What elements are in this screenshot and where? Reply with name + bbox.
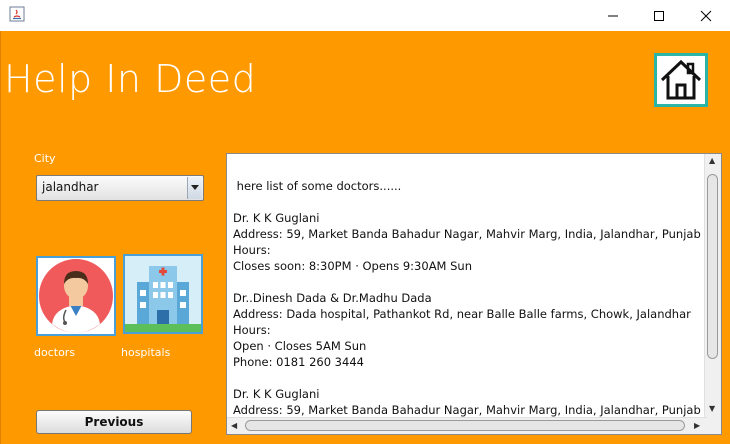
result-line: Closes soon: 8:30PM · Opens 9:30AM Sun (233, 259, 473, 273)
vertical-scroll-thumb[interactable] (707, 174, 718, 359)
result-line: Address: Dada hospital, Pathankot Rd, ne… (233, 307, 691, 321)
minimize-icon (608, 15, 618, 16)
hospitals-button[interactable] (123, 254, 203, 334)
result-line: Open · Closes 5AM Sun (233, 339, 367, 353)
result-line (233, 194, 707, 210)
vertical-scrollbar[interactable]: ▲ ▼ (704, 154, 721, 418)
home-button[interactable] (654, 53, 708, 107)
city-select[interactable]: jalandhar (36, 175, 204, 201)
java-app-icon (9, 6, 25, 22)
horizontal-scrollbar[interactable]: ◀ ▶ (227, 417, 707, 434)
result-line: Dr. K K Guglani (233, 211, 320, 225)
result-line: here list of some doctors...... (233, 179, 402, 193)
close-icon (700, 10, 712, 21)
result-line (233, 274, 707, 290)
close-button[interactable] (683, 0, 729, 31)
results-scroll-pane[interactable]: here list of some doctors...... Dr. K K G… (226, 153, 722, 435)
result-line: Dr..Dinesh Dada & Dr.Madhu Dada (233, 291, 432, 305)
result-line: Dr. K K Guglani (233, 387, 320, 401)
result-line (233, 370, 707, 386)
hospitals-label: hospitals (121, 346, 171, 359)
doctor-icon (39, 259, 113, 333)
scroll-right-arrow-icon[interactable]: ▶ (694, 422, 700, 430)
scroll-up-arrow-icon[interactable]: ▲ (709, 157, 715, 165)
maximize-button[interactable] (636, 0, 682, 31)
scroll-corner (705, 418, 721, 434)
city-select-value: jalandhar (42, 180, 99, 194)
result-line: Address: 59, Market Banda Bahadur Nagar,… (233, 403, 707, 417)
result-line: Phone: 0181 260 3444 (233, 355, 364, 369)
result-line: Hours: (233, 243, 271, 257)
previous-button[interactable]: Previous (36, 410, 192, 434)
home-icon (660, 59, 702, 100)
window-titlebar (0, 0, 730, 31)
result-line: Hours: (233, 323, 271, 337)
scroll-down-arrow-icon[interactable]: ▼ (709, 405, 715, 413)
main-panel: Help In Deed City jalandhar doctors hosp… (0, 31, 730, 444)
hospital-icon (125, 256, 201, 332)
scroll-left-arrow-icon[interactable]: ◀ (231, 422, 237, 430)
maximize-icon (654, 10, 664, 21)
page-title: Help In Deed (4, 57, 257, 101)
horizontal-scroll-thumb[interactable] (245, 420, 685, 431)
result-line: Address: 59, Market Banda Bahadur Nagar,… (233, 227, 707, 241)
doctors-label: doctors (34, 346, 76, 359)
doctors-button[interactable] (36, 256, 116, 336)
results-text[interactable]: here list of some doctors...... Dr. K K G… (233, 178, 707, 418)
chevron-down-icon[interactable] (187, 177, 202, 199)
minimize-button[interactable] (590, 0, 636, 31)
city-label: City (34, 152, 56, 165)
